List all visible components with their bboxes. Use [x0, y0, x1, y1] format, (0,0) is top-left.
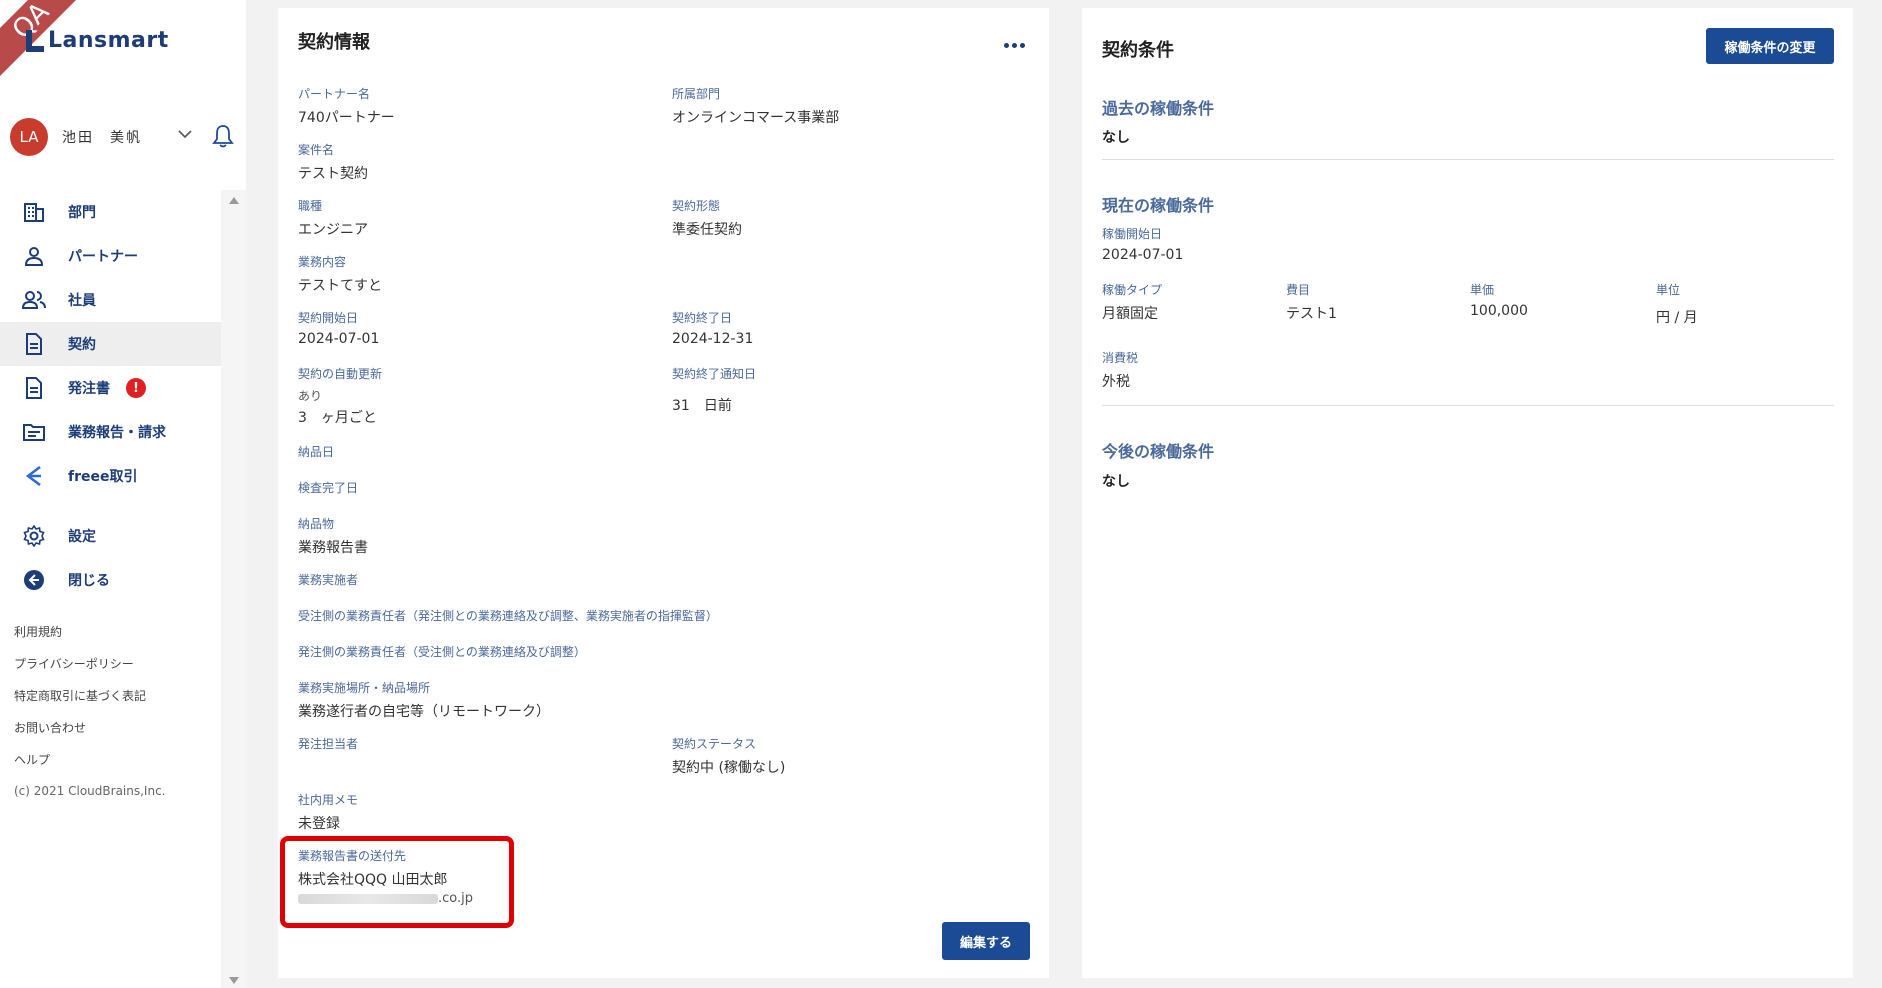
field-department: 所属部門 オンラインコマース事業部	[672, 87, 840, 126]
field-contract-form: 契約形態 準委任契約	[672, 199, 742, 238]
field-job-type: 職種 エンジニア	[298, 199, 368, 238]
freee-icon	[22, 464, 46, 488]
footer-links: 利用規約 プライバシーポリシー 特定商取引に基づく表記 お問い合わせ ヘルプ (…	[14, 622, 166, 798]
bell-icon[interactable]	[212, 123, 234, 149]
field-status: 契約ステータス 契約中 (稼働なし)	[672, 737, 786, 776]
sidebar-item-label: パートナー	[68, 249, 138, 265]
field-memo: 社内用メモ 未登録	[298, 793, 359, 832]
field-end-notice: 契約終了通知日 31 日前	[672, 367, 757, 414]
person-icon	[22, 244, 46, 268]
contract-conditions-card: 契約条件 稼働条件の変更 過去の稼働条件 なし 現在の稼働条件 稼働開始日 20…	[1082, 8, 1853, 978]
scroll-down-arrow-icon[interactable]	[229, 977, 239, 984]
sidebar-item-label: 業務報告・請求	[68, 425, 166, 441]
sidebar-item-employee[interactable]: 社員	[0, 278, 221, 322]
brand-name: Lansmart	[48, 28, 169, 53]
report-email: .co.jp	[298, 891, 473, 906]
field-executor: 業務実施者	[298, 573, 359, 587]
field-work-place: 業務実施場所・納品場所 業務遂行者の自宅等（リモートワーク）	[298, 681, 550, 720]
field-cost-item: 費目 テスト1	[1286, 283, 1337, 322]
contract-info-card: 契約情報 パートナー名 740パートナー 所属部門 オンラインコマース事業部 案…	[278, 8, 1049, 978]
future-conditions-value: なし	[1102, 474, 1130, 490]
redacted-email	[298, 893, 438, 904]
field-delivery-date: 納品日	[298, 445, 335, 459]
field-work-content: 業務内容 テストてすと	[298, 255, 382, 294]
field-start-date: 契約開始日 2024-07-01	[298, 311, 380, 347]
sidebar-item-close[interactable]: 閉じる	[0, 558, 221, 602]
building-icon	[22, 200, 46, 224]
field-unit-price: 単価 100,000	[1470, 283, 1528, 319]
terms-link[interactable]: 利用規約	[14, 622, 166, 654]
field-order-contact: 発注担当者	[298, 737, 359, 751]
sidebar: QA Lansmart LA 池田 美帆 部門 パートナー 社員 契約 発注書	[0, 0, 246, 988]
card-title: 契約条件	[1102, 40, 1174, 61]
sidebar-item-label: 社員	[68, 293, 96, 309]
sidebar-item-freee[interactable]: freee取引	[0, 454, 221, 498]
field-unit: 単位 円 / 月	[1656, 283, 1698, 326]
field-project-name: 案件名 テスト契約	[298, 143, 368, 182]
copyright: (c) 2021 CloudBrains,Inc.	[14, 784, 166, 798]
field-work-start: 稼働開始日 2024-07-01	[1102, 227, 1184, 263]
commerce-law-link[interactable]: 特定商取引に基づく表記	[14, 686, 166, 718]
sidebar-item-settings[interactable]: 設定	[0, 514, 221, 558]
folder-icon	[22, 420, 46, 444]
sidebar-item-label: 契約	[68, 337, 96, 353]
field-report-destination: 業務報告書の送付先 株式会社QQQ 山田太郎 .co.jp	[298, 849, 474, 906]
user-name: 池田 美帆	[62, 130, 142, 146]
sidebar-scrollbar[interactable]	[221, 190, 246, 988]
field-auto-renew: 契約の自動更新 あり 3 ヶ月ごと	[298, 367, 383, 426]
edit-button[interactable]: 編集する	[942, 922, 1030, 960]
card-title: 契約情報	[298, 32, 370, 53]
field-order-manager: 発注側の業務責任者（受注側との業務連絡及び調整）	[298, 645, 586, 659]
document-icon	[22, 332, 46, 356]
gear-icon	[22, 524, 46, 548]
brand-logo[interactable]: Lansmart	[26, 28, 169, 53]
sidebar-item-contract[interactable]: 契約	[0, 322, 221, 366]
past-conditions-title: 過去の稼働条件	[1102, 99, 1215, 118]
current-conditions-title: 現在の稼働条件	[1102, 196, 1215, 215]
contact-link[interactable]: お問い合わせ	[14, 718, 166, 750]
avatar[interactable]: LA	[10, 118, 48, 156]
divider	[1102, 405, 1834, 406]
field-end-date: 契約終了日 2024-12-31	[672, 311, 754, 347]
field-deliverables: 納品物 業務報告書	[298, 517, 368, 556]
more-icon[interactable]	[1004, 40, 1028, 50]
scroll-up-arrow-icon[interactable]	[229, 197, 239, 204]
sidebar-item-purchase-order[interactable]: 発注書 !	[0, 366, 221, 410]
chevron-down-icon[interactable]	[178, 127, 192, 141]
sidebar-item-label: freee取引	[68, 469, 138, 485]
alert-badge: !	[126, 378, 146, 398]
document-icon	[22, 376, 46, 400]
people-icon	[22, 288, 46, 312]
divider	[1102, 159, 1834, 160]
field-work-type: 稼働タイプ 月額固定	[1102, 283, 1163, 322]
arrow-left-circle-icon	[22, 568, 46, 592]
field-inspection-date: 検査完了日	[298, 481, 359, 495]
privacy-link[interactable]: プライバシーポリシー	[14, 654, 166, 686]
field-tax: 消費税 外税	[1102, 351, 1139, 390]
logo-icon	[26, 29, 44, 52]
sidebar-item-label: 閉じる	[68, 573, 110, 589]
sidebar-nav: 部門 パートナー 社員 契約 発注書 ! 業務報告・請求 freee取引 設定 …	[0, 190, 221, 602]
sidebar-item-label: 設定	[68, 529, 96, 545]
sidebar-item-department[interactable]: 部門	[0, 190, 221, 234]
future-conditions-title: 今後の稼働条件	[1102, 442, 1215, 461]
past-conditions-value: なし	[1102, 130, 1130, 146]
sidebar-item-partner[interactable]: パートナー	[0, 234, 221, 278]
help-link[interactable]: ヘルプ	[14, 750, 166, 782]
field-partner-name: パートナー名 740パートナー	[298, 87, 395, 126]
sidebar-item-label: 発注書	[68, 381, 110, 397]
user-menu[interactable]: LA 池田 美帆	[10, 117, 234, 157]
change-conditions-button[interactable]: 稼働条件の変更	[1706, 28, 1834, 64]
field-recv-manager: 受注側の業務責任者（発注側との業務連絡及び調整、業務実施者の指揮監督）	[298, 609, 718, 623]
sidebar-item-label: 部門	[68, 205, 96, 221]
sidebar-item-report-billing[interactable]: 業務報告・請求	[0, 410, 221, 454]
